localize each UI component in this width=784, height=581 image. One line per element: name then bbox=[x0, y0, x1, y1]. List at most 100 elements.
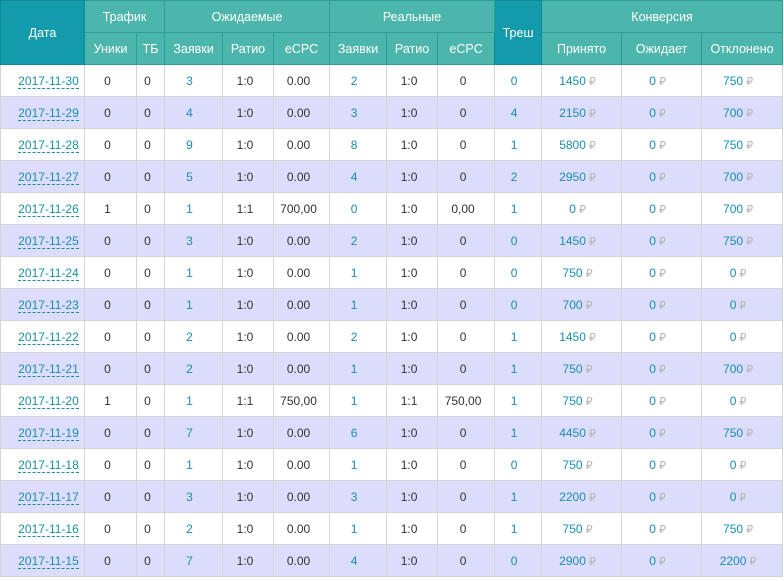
rejected-cell[interactable]: 0 ₽ bbox=[701, 288, 784, 321]
pending-cell[interactable]: 0 ₽ bbox=[621, 256, 703, 289]
header-real-leads[interactable]: Заявки bbox=[329, 32, 388, 65]
accepted-cell[interactable]: 2200 ₽ bbox=[541, 480, 623, 513]
accepted-cell[interactable]: 1450 ₽ bbox=[541, 224, 623, 257]
header-expected-leads[interactable]: Заявки bbox=[164, 32, 224, 65]
header-expected-ratio[interactable]: Ратио bbox=[222, 32, 275, 65]
pending-cell[interactable]: 0 ₽ bbox=[621, 96, 703, 129]
date-link[interactable]: 2017-11-30 bbox=[18, 73, 79, 89]
real-leads-cell[interactable]: 1 bbox=[329, 256, 388, 289]
expected-leads-cell[interactable]: 2 bbox=[164, 512, 224, 545]
tresh-cell[interactable]: 1 bbox=[494, 480, 543, 513]
tresh-cell[interactable]: 1 bbox=[494, 128, 543, 161]
tresh-cell[interactable]: 1 bbox=[494, 384, 543, 417]
expected-leads-cell[interactable]: 2 bbox=[164, 352, 224, 385]
real-leads-cell[interactable]: 3 bbox=[329, 480, 388, 513]
real-leads-cell[interactable]: 4 bbox=[329, 544, 388, 577]
accepted-cell[interactable]: 4450 ₽ bbox=[541, 416, 623, 449]
rejected-cell[interactable]: 700 ₽ bbox=[701, 192, 784, 225]
tresh-cell[interactable]: 0 bbox=[494, 224, 543, 257]
date-link[interactable]: 2017-11-24 bbox=[18, 265, 79, 281]
real-leads-cell[interactable]: 1 bbox=[329, 352, 388, 385]
expected-leads-cell[interactable]: 4 bbox=[164, 96, 224, 129]
accepted-cell[interactable]: 750 ₽ bbox=[541, 256, 623, 289]
date-link[interactable]: 2017-11-28 bbox=[18, 137, 79, 153]
header-real-ecpc[interactable]: eCPC bbox=[437, 32, 496, 65]
real-leads-cell[interactable]: 1 bbox=[329, 448, 388, 481]
date-link[interactable]: 2017-11-17 bbox=[18, 489, 79, 505]
date-link[interactable]: 2017-11-19 bbox=[18, 425, 79, 441]
rejected-cell[interactable]: 750 ₽ bbox=[701, 224, 784, 257]
accepted-cell[interactable]: 2150 ₽ bbox=[541, 96, 623, 129]
rejected-cell[interactable]: 0 ₽ bbox=[701, 384, 784, 417]
rejected-cell[interactable]: 0 ₽ bbox=[701, 320, 784, 353]
accepted-cell[interactable]: 0 ₽ bbox=[541, 192, 623, 225]
header-uniq[interactable]: Уники bbox=[84, 32, 137, 65]
pending-cell[interactable]: 0 ₽ bbox=[621, 128, 703, 161]
accepted-cell[interactable]: 5800 ₽ bbox=[541, 128, 623, 161]
accepted-cell[interactable]: 750 ₽ bbox=[541, 352, 623, 385]
rejected-cell[interactable]: 2200 ₽ bbox=[701, 544, 784, 577]
real-leads-cell[interactable]: 6 bbox=[329, 416, 388, 449]
pending-cell[interactable]: 0 ₽ bbox=[621, 416, 703, 449]
date-link[interactable]: 2017-11-23 bbox=[18, 297, 79, 313]
pending-cell[interactable]: 0 ₽ bbox=[621, 384, 703, 417]
expected-leads-cell[interactable]: 1 bbox=[164, 192, 224, 225]
real-leads-cell[interactable]: 8 bbox=[329, 128, 388, 161]
pending-cell[interactable]: 0 ₽ bbox=[621, 288, 703, 321]
date-link[interactable]: 2017-11-22 bbox=[18, 329, 79, 345]
tresh-cell[interactable]: 0 bbox=[494, 256, 543, 289]
accepted-cell[interactable]: 750 ₽ bbox=[541, 448, 623, 481]
tresh-cell[interactable]: 1 bbox=[494, 320, 543, 353]
real-leads-cell[interactable]: 3 bbox=[329, 96, 388, 129]
real-leads-cell[interactable]: 2 bbox=[329, 224, 388, 257]
accepted-cell[interactable]: 1450 ₽ bbox=[541, 320, 623, 353]
tresh-cell[interactable]: 1 bbox=[494, 416, 543, 449]
pending-cell[interactable]: 0 ₽ bbox=[621, 64, 703, 97]
expected-leads-cell[interactable]: 1 bbox=[164, 448, 224, 481]
date-link[interactable]: 2017-11-29 bbox=[18, 105, 79, 121]
rejected-cell[interactable]: 700 ₽ bbox=[701, 352, 784, 385]
rejected-cell[interactable]: 0 ₽ bbox=[701, 448, 784, 481]
tresh-cell[interactable]: 4 bbox=[494, 96, 543, 129]
header-tresh[interactable]: Треш bbox=[494, 0, 543, 65]
pending-cell[interactable]: 0 ₽ bbox=[621, 512, 703, 545]
header-tb[interactable]: ТБ bbox=[135, 32, 166, 65]
date-link[interactable]: 2017-11-18 bbox=[18, 457, 79, 473]
real-leads-cell[interactable]: 0 bbox=[329, 192, 388, 225]
expected-leads-cell[interactable]: 9 bbox=[164, 128, 224, 161]
tresh-cell[interactable]: 0 bbox=[494, 544, 543, 577]
expected-leads-cell[interactable]: 7 bbox=[164, 416, 224, 449]
pending-cell[interactable]: 0 ₽ bbox=[621, 480, 703, 513]
rejected-cell[interactable]: 0 ₽ bbox=[701, 256, 784, 289]
date-link[interactable]: 2017-11-16 bbox=[18, 521, 79, 537]
date-link[interactable]: 2017-11-27 bbox=[18, 169, 79, 185]
real-leads-cell[interactable]: 1 bbox=[329, 512, 388, 545]
header-date[interactable]: Дата bbox=[0, 0, 85, 65]
rejected-cell[interactable]: 700 ₽ bbox=[701, 96, 784, 129]
accepted-cell[interactable]: 750 ₽ bbox=[541, 384, 623, 417]
expected-leads-cell[interactable]: 2 bbox=[164, 320, 224, 353]
header-rejected[interactable]: Отклонено bbox=[701, 32, 784, 65]
expected-leads-cell[interactable]: 1 bbox=[164, 384, 224, 417]
date-link[interactable]: 2017-11-20 bbox=[18, 393, 79, 409]
expected-leads-cell[interactable]: 1 bbox=[164, 288, 224, 321]
pending-cell[interactable]: 0 ₽ bbox=[621, 448, 703, 481]
pending-cell[interactable]: 0 ₽ bbox=[621, 192, 703, 225]
pending-cell[interactable]: 0 ₽ bbox=[621, 544, 703, 577]
pending-cell[interactable]: 0 ₽ bbox=[621, 352, 703, 385]
tresh-cell[interactable]: 0 bbox=[494, 64, 543, 97]
pending-cell[interactable]: 0 ₽ bbox=[621, 160, 703, 193]
expected-leads-cell[interactable]: 5 bbox=[164, 160, 224, 193]
date-link[interactable]: 2017-11-26 bbox=[18, 201, 79, 217]
tresh-cell[interactable]: 1 bbox=[494, 352, 543, 385]
accepted-cell[interactable]: 2900 ₽ bbox=[541, 544, 623, 577]
accepted-cell[interactable]: 700 ₽ bbox=[541, 288, 623, 321]
date-link[interactable]: 2017-11-15 bbox=[18, 553, 79, 569]
date-link[interactable]: 2017-11-25 bbox=[18, 233, 79, 249]
header-accepted[interactable]: Принято bbox=[541, 32, 623, 65]
tresh-cell[interactable]: 1 bbox=[494, 192, 543, 225]
date-link[interactable]: 2017-11-21 bbox=[18, 361, 79, 377]
real-leads-cell[interactable]: 2 bbox=[329, 64, 388, 97]
accepted-cell[interactable]: 2950 ₽ bbox=[541, 160, 623, 193]
pending-cell[interactable]: 0 ₽ bbox=[621, 224, 703, 257]
